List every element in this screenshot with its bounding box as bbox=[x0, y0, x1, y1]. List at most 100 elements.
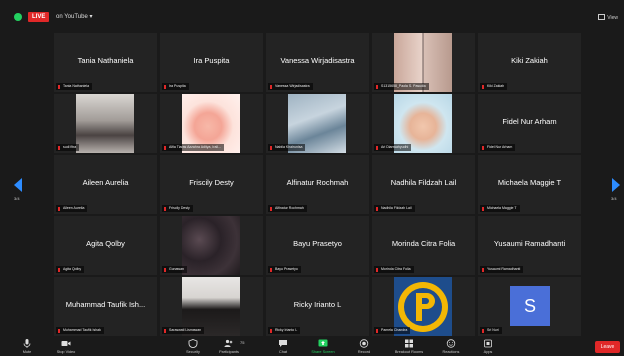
reactions-button[interactable]: Reactions bbox=[434, 339, 468, 354]
video-tile[interactable]: Fidel Nur Arham Fidel Nur Arham bbox=[478, 94, 581, 153]
participant-label: Michaela Maggie T bbox=[480, 205, 520, 212]
participant-name: Friscily Desty bbox=[189, 178, 234, 187]
video-tile[interactable]: Ira Puspita Ira Puspita bbox=[160, 33, 263, 92]
live-stream-menu[interactable]: on YouTube ▾ bbox=[56, 12, 93, 22]
video-tile[interactable]: Bayu Prasetyo Bayu Prasetyo bbox=[266, 216, 369, 275]
participant-label: Yusaumi Ramadhanti bbox=[480, 266, 524, 273]
video-tile[interactable]: Gunawan bbox=[160, 216, 263, 275]
apps-icon bbox=[484, 339, 492, 348]
apps-button[interactable]: Apps bbox=[471, 339, 505, 354]
participant-name: Agita Qolby bbox=[86, 239, 125, 248]
participant-label: sudi fitra bbox=[56, 144, 80, 151]
participant-label: Ari Dianwahyudhi bbox=[374, 144, 412, 151]
participant-label: Alfinatur Rochmah bbox=[268, 205, 307, 212]
video-tile[interactable]: Morinda Citra Folia Morinda Citra Folia bbox=[372, 216, 475, 275]
page-indicator-right: 3/4 bbox=[611, 196, 617, 201]
participants-label: Participants bbox=[219, 350, 239, 354]
video-tile[interactable]: S1315658_Paola S. Pasudia bbox=[372, 33, 475, 92]
participant-name: Bayu Prasetyo bbox=[293, 239, 342, 248]
video-tile[interactable]: Friscily Desty Friscily Desty bbox=[160, 155, 263, 214]
participant-label: Morinda Citra Folia bbox=[374, 266, 414, 273]
breakout-rooms-icon bbox=[405, 339, 413, 348]
video-tile[interactable]: Yusaumi Ramadhanti Yusaumi Ramadhanti bbox=[478, 216, 581, 275]
video-tile[interactable]: Alfinatur Rochmah Alfinatur Rochmah bbox=[266, 155, 369, 214]
video-tile[interactable]: Agita Qolby Agita Qolby bbox=[54, 216, 157, 275]
video-tile[interactable]: Aileen Aurelia Aileen Aurelia bbox=[54, 155, 157, 214]
participant-name: Ira Puspita bbox=[193, 56, 230, 65]
video-tile[interactable]: Vanessa Wirjadisastra Vanessa Wirjadisas… bbox=[266, 33, 369, 92]
microphone-icon bbox=[23, 339, 31, 348]
video-tile[interactable]: Michaela Maggie T Michaela Maggie T bbox=[478, 155, 581, 214]
video-tile[interactable]: Alfia Tiaras Azzahra Aditya, Irali... bbox=[160, 94, 263, 153]
prev-page-arrow-icon[interactable] bbox=[14, 178, 22, 192]
participant-label: Agita Qolby bbox=[56, 266, 85, 273]
participant-name: Kiki Zakiah bbox=[511, 56, 548, 65]
reactions-label: Reactions bbox=[442, 350, 460, 354]
participant-name: Michaela Maggie T bbox=[497, 178, 562, 187]
participant-video bbox=[76, 94, 134, 153]
participant-name: Fidel Nur Arham bbox=[502, 117, 557, 126]
meeting-toolbar: Mute Stop Video Security Participants 75… bbox=[0, 336, 624, 356]
participant-name: Tania Nathaniela bbox=[77, 56, 134, 65]
participant-label: Pamela Chandra bbox=[374, 327, 411, 334]
video-tile[interactable]: Nabila Khairunisa bbox=[266, 94, 369, 153]
participants-count: 75 bbox=[240, 340, 245, 345]
chat-icon bbox=[279, 340, 287, 347]
video-camera-icon bbox=[61, 341, 71, 346]
leave-button[interactable]: Leave bbox=[595, 341, 620, 353]
mute-button[interactable]: Mute bbox=[10, 339, 44, 354]
apps-label: Apps bbox=[483, 350, 493, 354]
video-tile[interactable]: Muhammad Taufik Ish... Muhammad Taufik I… bbox=[54, 277, 157, 336]
page-indicator-left: 3/4 bbox=[14, 196, 20, 201]
shield-icon[interactable] bbox=[14, 13, 22, 21]
video-tile[interactable]: sudi fitra bbox=[54, 94, 157, 153]
next-page-arrow-icon[interactable] bbox=[612, 178, 620, 192]
participant-label: Vanessa Wirjadisastra bbox=[268, 83, 313, 90]
security-label: Security bbox=[186, 350, 200, 354]
record-icon bbox=[359, 339, 369, 348]
participant-label: Bayu Prasetyo bbox=[268, 266, 301, 273]
reactions-icon bbox=[446, 339, 456, 348]
record-button[interactable]: Record bbox=[347, 339, 381, 354]
video-tile[interactable]: S Sri Nuri bbox=[478, 277, 581, 336]
video-tile[interactable]: Saraswati Lismawan bbox=[160, 277, 263, 336]
stop-video-button[interactable]: Stop Video bbox=[49, 339, 83, 354]
video-tile[interactable]: Pamela Chandra bbox=[372, 277, 475, 336]
chat-label: Chat bbox=[278, 350, 288, 354]
participant-label: Ira Puspita bbox=[162, 83, 189, 90]
participants-icon bbox=[224, 339, 233, 347]
share-screen-icon bbox=[318, 339, 328, 347]
breakout-rooms-label: Breakout Rooms bbox=[394, 350, 424, 354]
participant-name: Nadhila Fildzah Lail bbox=[390, 178, 457, 187]
video-tile[interactable]: Tania Nathaniela Tania Nathaniela bbox=[54, 33, 157, 92]
chat-button[interactable]: Chat bbox=[266, 339, 300, 354]
security-button[interactable]: Security bbox=[176, 339, 210, 354]
participant-label: Sri Nuri bbox=[480, 327, 502, 334]
view-button[interactable]: View bbox=[598, 14, 618, 21]
video-tile[interactable]: Nadhila Fildzah Lail Nadhila Fildzah Lai… bbox=[372, 155, 475, 214]
participant-name: Ricky Irianto L bbox=[293, 300, 342, 309]
participant-label: Muhammad Taufik Ishak bbox=[56, 327, 104, 334]
participant-name: Muhammad Taufik Ish... bbox=[65, 300, 146, 309]
participant-label: Alfia Tiaras Azzahra Aditya, Irali... bbox=[162, 144, 224, 151]
participant-label: Aileen Aurelia bbox=[56, 205, 88, 212]
video-tile[interactable]: Ari Dianwahyudhi bbox=[372, 94, 475, 153]
share-screen-label: Share Screen bbox=[311, 350, 335, 354]
participant-name: Alfinatur Rochmah bbox=[286, 178, 349, 187]
breakout-rooms-button[interactable]: Breakout Rooms bbox=[392, 339, 426, 354]
participant-label: Saraswati Lismawan bbox=[162, 327, 205, 334]
live-badge[interactable]: LIVE bbox=[28, 12, 50, 22]
participant-label: Nadhila Fildzah Lail bbox=[374, 205, 415, 212]
participant-name: Vanessa Wirjadisastra bbox=[280, 56, 355, 65]
share-screen-button[interactable]: Share Screen bbox=[306, 339, 340, 354]
video-tile[interactable]: Kiki Zakiah Kiki Zakiah bbox=[478, 33, 581, 92]
mute-label: Mute bbox=[22, 350, 32, 354]
participant-label: Kiki Zakiah bbox=[480, 83, 508, 90]
video-tile[interactable]: Ricky Irianto L Ricky Irianto L bbox=[266, 277, 369, 336]
participant-label: Friscily Desty bbox=[162, 205, 193, 212]
record-label: Record bbox=[357, 350, 371, 354]
participant-name: Yusaumi Ramadhanti bbox=[493, 239, 566, 248]
participant-label: Gunawan bbox=[162, 266, 187, 273]
participant-label: Ricky Irianto L bbox=[268, 327, 301, 334]
participant-label: Nabila Khairunisa bbox=[268, 144, 306, 151]
